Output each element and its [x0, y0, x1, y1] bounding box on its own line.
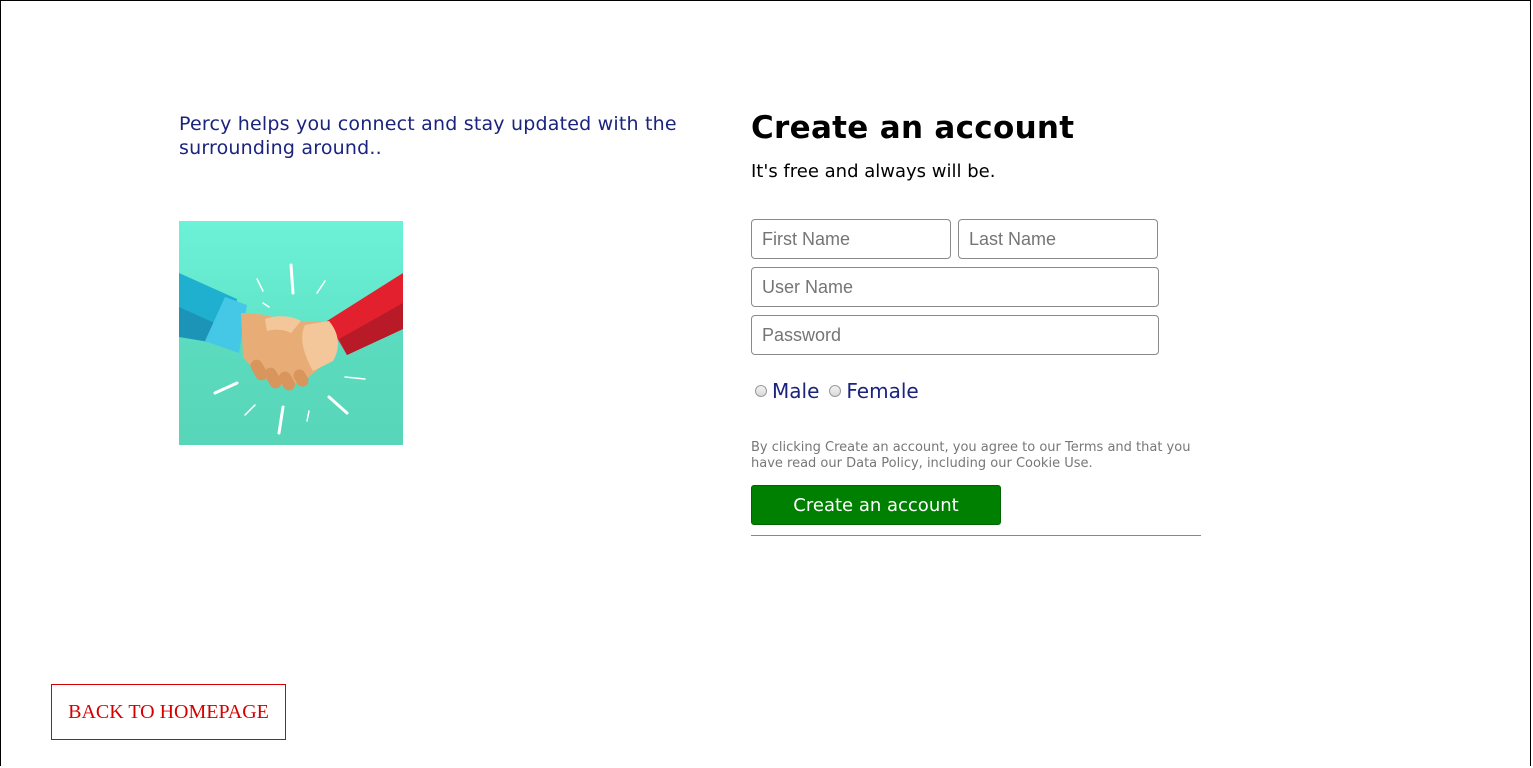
page-subtitle: It's free and always will be. [751, 161, 996, 182]
form-divider [751, 535, 1201, 536]
gender-option-female[interactable]: Female [829, 379, 919, 403]
first-name-input[interactable] [751, 219, 951, 259]
female-radio[interactable] [829, 385, 842, 397]
password-input[interactable] [751, 315, 1159, 355]
female-label: Female [846, 379, 919, 403]
tagline-text: Percy helps you connect and stay updated… [179, 113, 677, 159]
last-name-input[interactable] [958, 219, 1158, 259]
gender-option-male[interactable]: Male [755, 379, 819, 403]
gender-options: Male Female [755, 379, 929, 403]
male-label: Male [772, 379, 820, 403]
male-radio[interactable] [755, 385, 767, 397]
user-name-input[interactable] [751, 267, 1159, 307]
handshake-illustration [179, 221, 403, 445]
create-account-button[interactable]: Create an account [751, 485, 1001, 525]
back-to-homepage-button[interactable]: BACK TO HOMEPAGE [51, 684, 286, 740]
terms-text: By clicking Create an account, you agree… [751, 440, 1191, 471]
page-title: Create an account [751, 110, 1075, 146]
